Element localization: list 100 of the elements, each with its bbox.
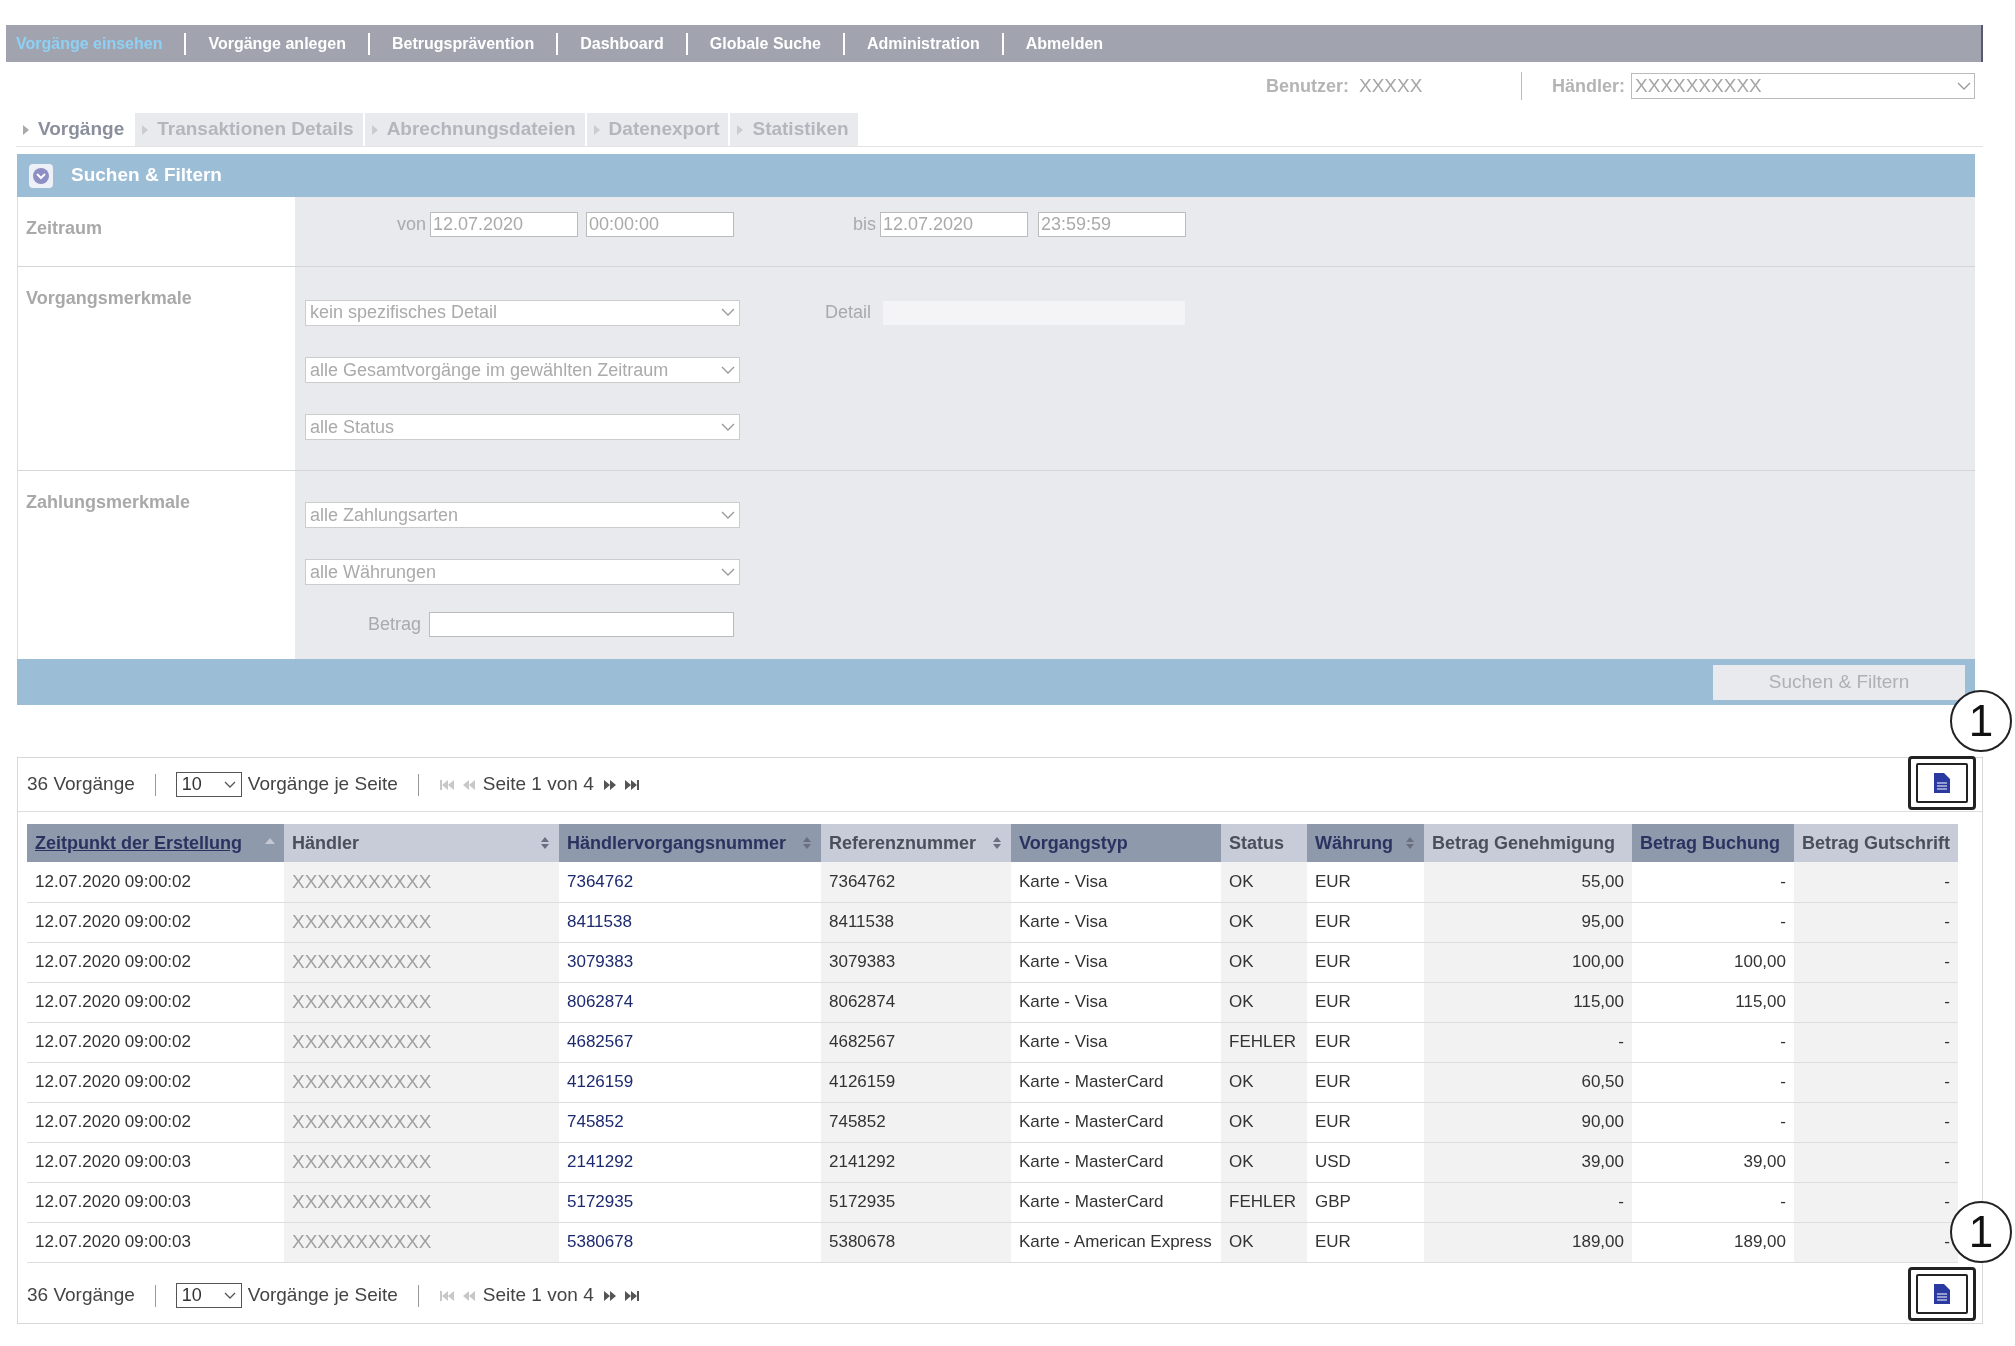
table-cell: 5172935: [821, 1182, 1011, 1222]
table-cell: -: [1794, 1222, 1959, 1262]
sort-icon[interactable]: [801, 836, 813, 850]
table-cell: Karte - MasterCard: [1011, 1062, 1221, 1102]
sort-icon[interactable]: [1404, 836, 1416, 850]
table-cell: EUR: [1307, 1222, 1424, 1262]
table-cell: -: [1794, 902, 1959, 942]
next-page-icon[interactable]: [601, 778, 618, 791]
page-size-select[interactable]: 10: [175, 772, 242, 797]
column-header[interactable]: Händlervorgangsnummer: [559, 824, 821, 862]
table-cell: FEHLER: [1221, 1182, 1307, 1222]
callout-marker: 1: [1950, 1200, 2012, 1263]
amount-field[interactable]: [429, 612, 735, 637]
nav-link[interactable]: Vorgänge einsehen: [16, 31, 163, 56]
nav-link[interactable]: Abmelden: [1025, 31, 1104, 56]
column-header[interactable]: Vorgangstyp: [1011, 824, 1221, 862]
triangle-icon: [592, 123, 601, 136]
dropdown[interactable]: kein spezifisches Detail: [305, 299, 740, 326]
page-size-label: Vorgänge je Seite: [247, 772, 398, 797]
dropdown[interactable]: alle Zahlungsarten: [305, 502, 740, 528]
table-cell: -: [1632, 1182, 1794, 1222]
column-header[interactable]: Betrag Gutschrift: [1794, 824, 1959, 862]
nav-link[interactable]: Globale Suche: [709, 31, 821, 56]
panel-title: Suchen & Filtern: [71, 163, 222, 188]
sort-icon[interactable]: [539, 836, 551, 850]
nav-link[interactable]: Vorgänge anlegen: [208, 31, 346, 56]
last-page-icon[interactable]: [623, 1289, 640, 1302]
table-cell: Karte - Visa: [1011, 942, 1221, 982]
table-cell: 100,00: [1424, 942, 1632, 982]
last-page-icon[interactable]: [623, 778, 640, 791]
column-header[interactable]: Zeitpunkt der Erstellung: [27, 824, 284, 862]
table-cell: 100,00: [1632, 942, 1794, 982]
nav-link[interactable]: Administration: [866, 31, 980, 56]
page-size-label: Vorgänge je Seite: [247, 1283, 398, 1308]
merchant-select[interactable]: XXXXXXXXXX: [1631, 73, 1975, 99]
document-icon: [1934, 773, 1950, 793]
date-field[interactable]: 12.07.2020: [430, 212, 579, 237]
dropdown[interactable]: alle Status: [305, 414, 740, 440]
table-cell: EUR: [1307, 942, 1424, 982]
column-header[interactable]: Händler: [284, 824, 559, 862]
table-cell: OK: [1221, 862, 1307, 902]
triangle-icon: [141, 123, 150, 136]
table-cell: EUR: [1307, 862, 1424, 902]
table-cell: XXXXXXXXXXX: [284, 1222, 559, 1262]
table-cell: 55,00: [1424, 862, 1632, 902]
user-label: Benutzer:: [1265, 74, 1349, 98]
table-cell: XXXXXXXXXXX: [284, 1182, 559, 1222]
time-field[interactable]: 23:59:59: [1038, 212, 1187, 237]
table-cell: 12.07.2020 09:00:02: [27, 902, 284, 942]
table-cell: 7364762: [821, 862, 1011, 902]
dropdown[interactable]: alle Gesamtvorgänge im gewählten Zeitraum: [305, 357, 740, 383]
triangle-icon: [22, 123, 30, 136]
column-header[interactable]: Betrag Buchung: [1632, 824, 1794, 862]
table-cell: EUR: [1307, 1102, 1424, 1142]
column-header[interactable]: Status: [1221, 824, 1307, 862]
column-header[interactable]: Betrag Genehmigung: [1424, 824, 1632, 862]
table-cell: XXXXXXXXXXX: [284, 1102, 559, 1142]
first-page-icon[interactable]: [438, 1289, 455, 1302]
chevron-icon[interactable]: [223, 1291, 236, 1300]
table-cell: 12.07.2020 09:00:02: [27, 1062, 284, 1102]
table-cell: 2141292: [821, 1142, 1011, 1182]
table-cell: Karte - MasterCard: [1011, 1102, 1221, 1142]
first-page-icon[interactable]: [438, 778, 455, 791]
nav-link[interactable]: Dashboard: [580, 31, 664, 56]
chevron-icon[interactable]: [223, 780, 236, 789]
callout-marker: 1: [1950, 690, 2012, 752]
search-button[interactable]: Suchen & Filtern: [1713, 664, 1965, 700]
table-cell: EUR: [1307, 902, 1424, 942]
table-cell: 4682567: [559, 1022, 821, 1062]
table-cell: EUR: [1307, 1062, 1424, 1102]
export-button[interactable]: [1908, 756, 1976, 810]
toggle-button[interactable]: [29, 163, 53, 188]
page-size-select[interactable]: 10: [175, 1283, 242, 1308]
table-cell: 745852: [821, 1102, 1011, 1142]
table-cell: OK: [1221, 1102, 1307, 1142]
table-cell: XXXXXXXXXXX: [284, 1022, 559, 1062]
field-label: Zahlungsmerkmale: [26, 492, 191, 512]
table-cell: 12.07.2020 09:00:02: [27, 1022, 284, 1062]
table-cell: XXXXXXXXXXX: [284, 942, 559, 982]
table-cell: -: [1794, 1022, 1959, 1062]
table-cell: XXXXXXXXXXX: [284, 1142, 559, 1182]
table-cell: -: [1424, 1022, 1632, 1062]
date-field[interactable]: 12.07.2020: [880, 212, 1029, 237]
column-header[interactable]: Währung: [1307, 824, 1424, 862]
triangle-icon: [736, 123, 745, 136]
export-button[interactable]: [1908, 1266, 1976, 1321]
record-count: 36 Vorgänge: [27, 772, 135, 797]
table-cell: EUR: [1307, 1022, 1424, 1062]
table-cell: -: [1794, 1062, 1959, 1102]
triangle-icon: [370, 123, 379, 136]
nav-link[interactable]: Betrugsprävention: [391, 31, 535, 56]
table-cell: 189,00: [1424, 1222, 1632, 1262]
table-cell: OK: [1221, 1062, 1307, 1102]
sort-icon[interactable]: [991, 836, 1003, 850]
next-page-icon[interactable]: [601, 1289, 618, 1302]
dropdown[interactable]: alle Währungen: [305, 559, 740, 585]
table-cell: 8411538: [821, 902, 1011, 942]
column-header[interactable]: Referenznummer: [821, 824, 1011, 862]
time-field[interactable]: 00:00:00: [586, 212, 735, 237]
table-cell: Karte - MasterCard: [1011, 1182, 1221, 1222]
